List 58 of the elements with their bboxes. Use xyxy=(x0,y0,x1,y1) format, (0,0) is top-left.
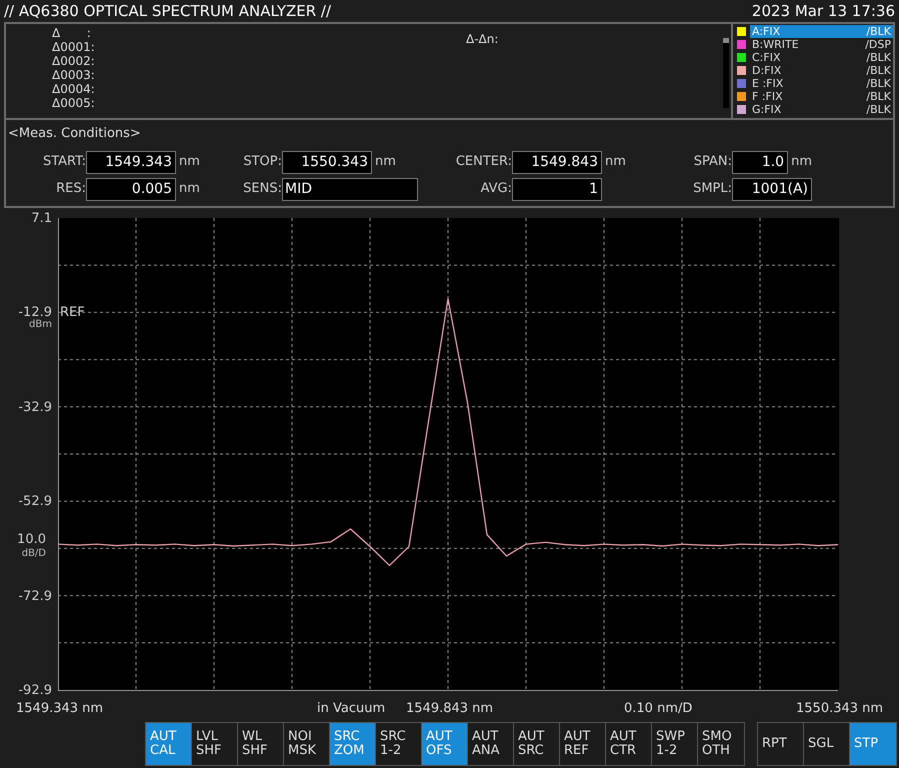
field-label: START: xyxy=(42,153,86,172)
marker-label: Δ0001: xyxy=(52,40,95,54)
ref-label: REF xyxy=(60,304,85,322)
unit-label: nm xyxy=(179,180,200,198)
trace-item[interactable]: D:FIX /BLK xyxy=(750,64,893,77)
section-title: <Meas. Conditions> xyxy=(7,125,142,143)
soft-key[interactable]: AUT CAL xyxy=(146,723,192,765)
soft-key[interactable]: STP xyxy=(850,723,896,765)
scrollbar[interactable] xyxy=(723,38,729,108)
trace-item[interactable]: F :FIX /BLK xyxy=(750,90,893,103)
field-label: CENTER: xyxy=(454,153,512,172)
input-field[interactable]: 0.005 xyxy=(86,178,176,200)
input-field[interactable]: 1550.343 xyxy=(282,150,372,174)
unit-label: nm xyxy=(179,153,200,172)
field-label: RES: xyxy=(55,180,86,198)
unit-label: nm xyxy=(791,153,812,172)
unit-label: dBm xyxy=(28,318,52,332)
field-label: SMPL: xyxy=(692,180,732,198)
date-time: 2023 Mar 13 17:36 xyxy=(752,0,895,22)
input-field[interactable]: 1001(A) xyxy=(732,178,812,200)
unit-label: dB/D xyxy=(20,547,46,562)
field-label: SENS: xyxy=(242,180,282,198)
y-tick-label: 7.1 xyxy=(30,210,52,228)
x-tick-label: 1549.843 nm xyxy=(406,700,494,718)
input-field[interactable]: 1.0 xyxy=(732,150,788,174)
trace-item[interactable]: B:WRITE /DSP xyxy=(750,38,893,51)
trace-item[interactable]: A:FIX /BLK xyxy=(750,25,893,38)
trace-item[interactable]: E :FIX /BLK xyxy=(750,77,893,90)
field-label: AVG: xyxy=(480,180,512,198)
field-label: SPAN: xyxy=(692,153,732,172)
scale-label: 10.0 xyxy=(16,531,46,548)
scale-label: 0.10 nm/D xyxy=(624,700,692,718)
trace-item[interactable]: G:FIX /BLK xyxy=(750,103,893,116)
delta-label: Δ-Δn: xyxy=(466,32,498,46)
trace-item[interactable]: C:FIX /BLK xyxy=(750,51,893,64)
input-field[interactable]: 1549.843 xyxy=(512,150,602,174)
y-tick-label: -92.9 xyxy=(17,682,52,700)
marker-label: Δ : xyxy=(52,26,91,40)
marker-label: Δ0004: xyxy=(52,82,95,96)
marker-label: Δ0002: xyxy=(52,54,95,68)
input-field[interactable]: 1 xyxy=(512,178,602,200)
field-label: STOP: xyxy=(242,153,282,172)
y-tick-label: -32.9 xyxy=(17,398,52,417)
x-tick-label: 1549.343 nm xyxy=(16,700,104,718)
input-field[interactable]: MID xyxy=(282,178,418,200)
marker-label: Δ0005: xyxy=(52,96,95,110)
medium-label: in Vacuum xyxy=(317,700,386,718)
window-title: // AQ6380 OPTICAL SPECTRUM ANALYZER // xyxy=(4,0,332,22)
y-tick-label: -72.9 xyxy=(17,588,52,606)
soft-key[interactable]: SRC ZOM xyxy=(330,723,376,765)
y-tick-label: -52.9 xyxy=(17,493,52,512)
y-tick-label: -12.9 xyxy=(17,304,52,320)
marker-label: Δ0003: xyxy=(52,68,95,82)
input-field[interactable]: 1549.343 xyxy=(86,150,176,174)
unit-label: nm xyxy=(375,153,396,172)
unit-label: nm xyxy=(605,153,626,172)
soft-key[interactable]: AUT OFS xyxy=(422,723,468,765)
x-tick-label: 1550.343 nm xyxy=(796,700,884,718)
